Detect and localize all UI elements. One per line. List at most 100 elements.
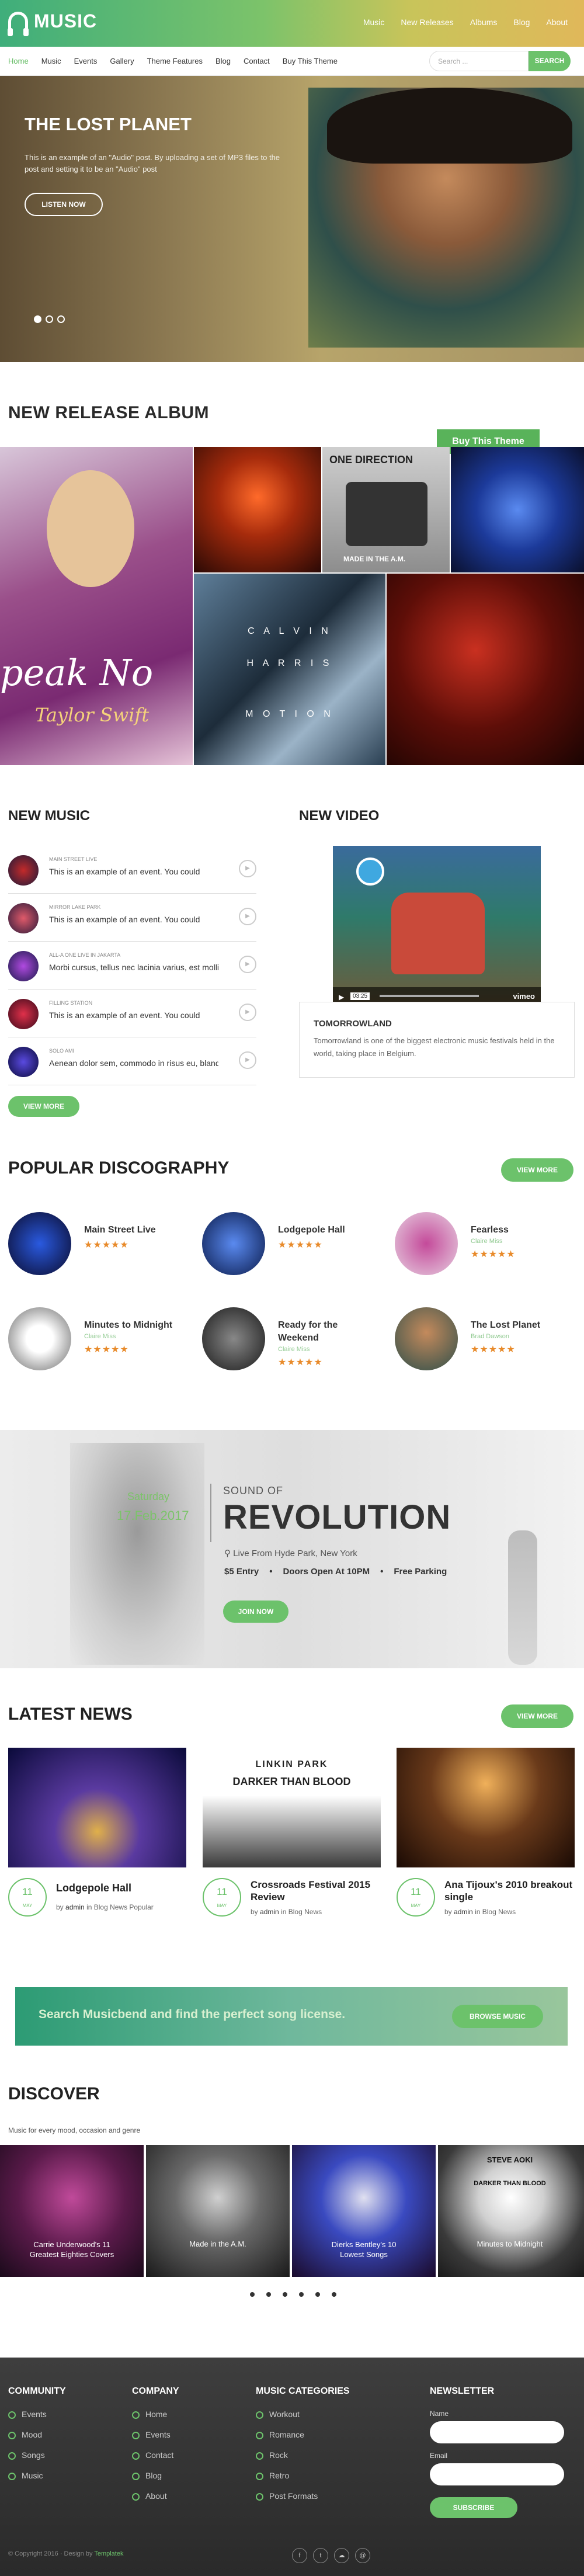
search-button[interactable]: SEARCH (529, 51, 571, 71)
video-progress[interactable] (380, 995, 479, 997)
footer-link[interactable]: Workout (256, 2410, 350, 2419)
disc-artist[interactable]: Claire Miss (84, 1333, 116, 1340)
copyright-link[interactable]: Templatek (94, 2550, 123, 2557)
list-item[interactable]: MAIN STREET LIVE This is an example of a… (8, 852, 256, 894)
album-concert-1[interactable] (194, 447, 321, 572)
disc-name[interactable]: Lodgepole Hall (278, 1224, 371, 1237)
pager-dot[interactable] (283, 2292, 287, 2297)
discography-item[interactable]: Main Street Live ★★★★★ (8, 1212, 178, 1282)
subnav-events[interactable]: Events (74, 57, 98, 65)
news-title[interactable]: Ana Tijoux's 2010 breakout single (444, 1879, 576, 1903)
subscribe-button[interactable]: SUBSCRIBE (430, 2497, 517, 2518)
news-author[interactable]: admin (65, 1903, 85, 1911)
email-icon[interactable]: @ (355, 2548, 370, 2563)
newsletter-email-input[interactable] (430, 2463, 564, 2485)
discover-card[interactable]: Made in the A.M. (146, 2145, 290, 2277)
footer-link[interactable]: Events (132, 2430, 179, 2439)
discover-card[interactable]: Carrie Underwood's 11 Greatest Eighties … (0, 2145, 144, 2277)
news-category[interactable]: in Blog News (475, 1908, 516, 1916)
album-calvin-harris[interactable]: C A L V I N H A R R I S M O T I O N (194, 574, 385, 765)
footer-link[interactable]: Music (8, 2471, 66, 2480)
discography-item[interactable]: Ready for the Weekend Claire Miss ★★★★★ (202, 1307, 371, 1377)
news-category[interactable]: in Blog News (281, 1908, 322, 1916)
discography-item[interactable]: Minutes to Midnight Claire Miss ★★★★★ (8, 1307, 178, 1377)
pager-dot[interactable] (299, 2292, 304, 2297)
list-item[interactable]: FILLING STATION This is an example of an… (8, 995, 256, 1037)
news-image[interactable] (8, 1748, 186, 1867)
album-taylor-swift[interactable]: peak No Taylor Swift (0, 447, 193, 765)
footer-link[interactable]: Romance (256, 2430, 350, 2439)
footer-link[interactable]: Events (8, 2410, 66, 2419)
footer-link[interactable]: Contact (132, 2450, 179, 2460)
disc-name[interactable]: Ready for the Weekend (278, 1319, 371, 1345)
subnav-music[interactable]: Music (41, 57, 61, 65)
discography-item[interactable]: Fearless Claire Miss ★★★★★ (395, 1212, 564, 1282)
search-input[interactable]: Search ... (429, 51, 529, 71)
play-icon[interactable]: ▶ (239, 956, 256, 973)
discography-item[interactable]: Lodgepole Hall ★★★★★ (202, 1212, 371, 1282)
slider-dot[interactable] (46, 315, 53, 323)
disc-artist[interactable]: Claire Miss (278, 1346, 310, 1353)
video-player[interactable]: ▶ 03:25 vimeo (333, 846, 541, 1005)
news-image[interactable]: LINKIN PARK DARKER THAN BLOOD (203, 1748, 381, 1867)
join-now-button[interactable]: JOIN NOW (223, 1601, 288, 1623)
footer-link[interactable]: Home (132, 2410, 179, 2419)
nav-music[interactable]: Music (363, 18, 385, 27)
news-author[interactable]: admin (454, 1908, 473, 1916)
footer-link[interactable]: Retro (256, 2471, 350, 2480)
album-one-direction[interactable]: ONE DIRECTION MADE IN THE A.M. (322, 447, 450, 572)
facebook-icon[interactable]: f (292, 2548, 307, 2563)
news-title[interactable]: Crossroads Festival 2015 Review (251, 1879, 379, 1903)
subnav-buy[interactable]: Buy This Theme (283, 57, 338, 65)
play-icon[interactable]: ▶ (239, 860, 256, 877)
news-view-more-button[interactable]: VIEW MORE (501, 1704, 573, 1728)
subnav-gallery[interactable]: Gallery (110, 57, 134, 65)
twitter-icon[interactable]: t (313, 2548, 328, 2563)
nav-new-releases[interactable]: New Releases (401, 18, 453, 27)
news-category[interactable]: in Blog News Popular (86, 1903, 154, 1911)
nav-blog[interactable]: Blog (513, 18, 530, 27)
list-item[interactable]: MIRROR LAKE PARK This is an example of a… (8, 900, 256, 942)
pager-dot[interactable] (315, 2292, 320, 2297)
newsletter-name-input[interactable] (430, 2421, 564, 2443)
slider-dot[interactable] (57, 315, 65, 323)
pager-dot[interactable] (250, 2292, 255, 2297)
vimeo-logo[interactable]: vimeo (513, 992, 535, 1001)
footer-link[interactable]: Rock (256, 2450, 350, 2460)
subnav-home[interactable]: Home (8, 57, 29, 65)
subnav-contact[interactable]: Contact (244, 57, 270, 65)
listen-now-button[interactable]: LISTEN NOW (25, 193, 103, 216)
disc-artist[interactable]: Brad Dawson (471, 1333, 509, 1340)
list-item[interactable]: ALL-A ONE LIVE IN JAKARTA Morbi cursus, … (8, 947, 256, 990)
discography-item[interactable]: The Lost Planet Brad Dawson ★★★★★ (395, 1307, 564, 1377)
disc-name[interactable]: Main Street Live (84, 1224, 178, 1237)
footer-link[interactable]: Songs (8, 2450, 66, 2460)
discography-view-more-button[interactable]: VIEW MORE (501, 1158, 573, 1182)
disc-name[interactable]: The Lost Planet (471, 1319, 564, 1332)
subnav-blog[interactable]: Blog (215, 57, 231, 65)
news-title[interactable]: Lodgepole Hall (56, 1882, 179, 1894)
album-concert-2[interactable] (451, 447, 584, 572)
news-author[interactable]: admin (260, 1908, 279, 1916)
browse-music-button[interactable]: BROWSE MUSIC (452, 2005, 543, 2028)
logo[interactable]: MUSIC (8, 11, 97, 36)
play-icon[interactable]: ▶ (239, 908, 256, 925)
album-guitarist[interactable] (387, 574, 584, 765)
list-item[interactable]: SOLO AMI Aenean dolor sem, commodo in ri… (8, 1043, 256, 1085)
footer-link[interactable]: Post Formats (256, 2491, 350, 2501)
news-image[interactable] (397, 1748, 575, 1867)
footer-link[interactable]: Mood (8, 2430, 66, 2439)
play-icon[interactable]: ▶ (239, 1004, 256, 1021)
pager-dot[interactable] (332, 2292, 336, 2297)
play-icon[interactable]: ▶ (239, 1051, 256, 1069)
music-view-more-button[interactable]: VIEW MORE (8, 1096, 79, 1117)
slider-dot[interactable] (34, 315, 41, 323)
discover-card[interactable]: Dierks Bentley's 10 Lowest Songs (292, 2145, 436, 2277)
nav-albums[interactable]: Albums (470, 18, 498, 27)
disc-name[interactable]: Minutes to Midnight (84, 1319, 178, 1332)
nav-about[interactable]: About (546, 18, 568, 27)
play-icon[interactable]: ▶ (339, 993, 344, 1001)
discover-card[interactable]: STEVE AOKI DARKER THAN BLOOD Minutes to … (438, 2145, 584, 2277)
footer-link[interactable]: About (132, 2491, 179, 2501)
disc-artist[interactable]: Claire Miss (471, 1238, 502, 1245)
